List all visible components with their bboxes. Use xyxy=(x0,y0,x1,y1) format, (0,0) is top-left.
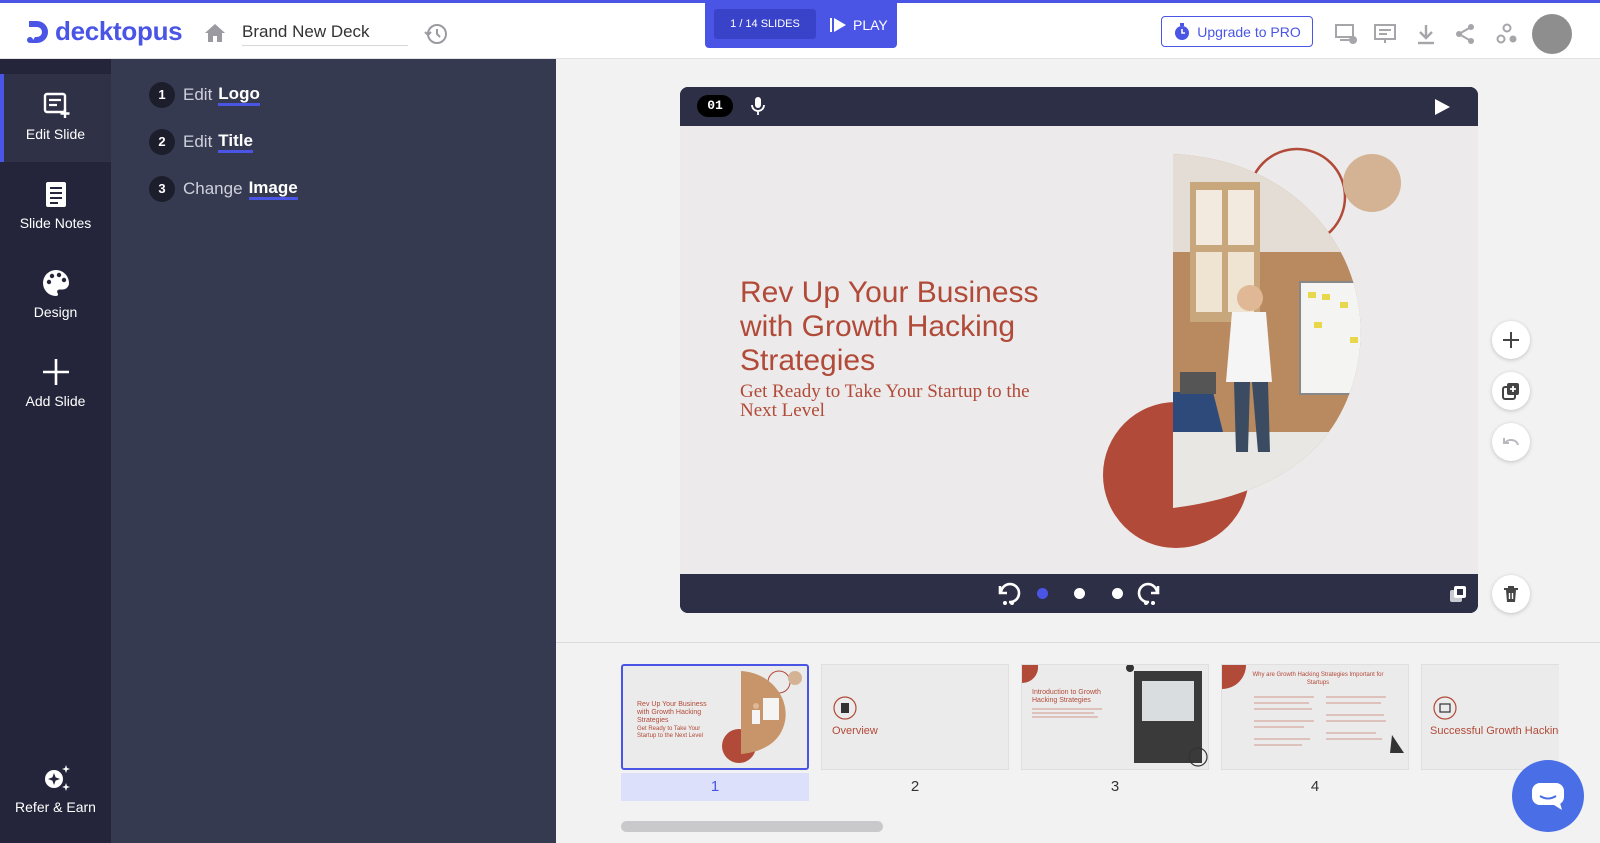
thumb-title: Successful Growth Hacking S xyxy=(1430,725,1559,737)
thumb-subtitle: Get Ready to Take Your Startup to the Ne… xyxy=(637,726,704,739)
thumb-title: Rev Up Your Business with Growth Hacking… xyxy=(637,701,707,724)
download-icon[interactable] xyxy=(1414,22,1438,46)
rail-item-refer-earn[interactable]: Refer & Earn xyxy=(0,747,111,835)
slide-thumbnail-number[interactable]: 1 xyxy=(621,773,809,801)
chat-icon xyxy=(1532,783,1564,810)
step-target: Logo xyxy=(218,84,260,106)
slide-header-bar: 01 xyxy=(680,87,1478,126)
animation-step-dot[interactable] xyxy=(1037,588,1048,599)
rail-item-add-slide[interactable]: Add Slide xyxy=(0,341,111,429)
slide-thumbnail-3[interactable]: Introduction to Growth Hacking Strategie… xyxy=(1021,664,1209,770)
slide-frame: 01 Rev Up Your Business with Growth Hack… xyxy=(680,87,1478,613)
step-verb: Edit xyxy=(183,132,213,151)
palette-icon xyxy=(42,270,69,296)
notes-icon xyxy=(45,182,66,207)
rail-label: Design xyxy=(33,304,78,320)
slide-thumbnail-2[interactable]: Overview xyxy=(821,664,1009,770)
previous-animation-icon[interactable] xyxy=(996,582,1022,606)
slide-thumbnail-5[interactable]: Successful Growth Hacking S xyxy=(1421,664,1559,770)
slide-counter-bar: 1 / 14 SLIDES PLAY xyxy=(705,3,897,48)
top-bar: decktopus 1 / 14 SLIDES PLAY Upgrade to … xyxy=(0,0,1600,59)
slide-thumbnail-4[interactable]: Why are Growth Hacking Strategies Import… xyxy=(1221,664,1409,770)
presenter-view-icon[interactable] xyxy=(1373,22,1397,46)
add-element-button[interactable] xyxy=(1492,321,1530,359)
microphone-icon[interactable] xyxy=(749,96,767,116)
thumb-presentation-icon xyxy=(1433,696,1457,720)
thumb-slide-art xyxy=(1022,665,1208,767)
slide-thumbnail-number[interactable]: 2 xyxy=(821,773,1009,801)
edit-step-image[interactable]: 3 Change Image xyxy=(149,175,298,203)
rail-label: Edit Slide xyxy=(25,126,86,142)
present-settings-icon[interactable] xyxy=(1334,22,1358,46)
slide-thumbnail-number[interactable]: 3 xyxy=(1021,773,1209,801)
slide-subtitle[interactable]: Get Ready to Take Your Startup to the Ne… xyxy=(740,382,1060,420)
slide-thumbnail-1[interactable]: Rev Up Your Business with Growth Hacking… xyxy=(621,664,809,770)
layout-switch-icon[interactable] xyxy=(1449,585,1467,603)
step-verb: Edit xyxy=(183,85,213,104)
plus-icon xyxy=(1503,332,1519,348)
collaborators-icon[interactable] xyxy=(1495,22,1519,46)
duplicate-icon xyxy=(1502,383,1519,400)
thumb-notes-icon xyxy=(833,696,857,720)
edit-step-title[interactable]: 2 Edit Title xyxy=(149,128,253,156)
logo-mark-icon xyxy=(27,20,48,43)
thumbnail-scrollbar[interactable] xyxy=(621,821,883,832)
trash-icon xyxy=(1504,586,1518,602)
rail-item-edit-slide[interactable]: Edit Slide xyxy=(0,74,111,162)
step-target: Image xyxy=(248,178,298,200)
duplicate-slide-button[interactable] xyxy=(1492,372,1530,410)
play-icon xyxy=(830,18,846,32)
deck-name-input[interactable] xyxy=(242,19,408,46)
rail-label: Slide Notes xyxy=(19,215,92,231)
thumb-title: Introduction to Growth Hacking Strategie… xyxy=(1032,689,1101,704)
slide-counter[interactable]: 1 / 14 SLIDES xyxy=(714,9,816,39)
home-icon[interactable] xyxy=(204,23,226,43)
rail-label: Refer & Earn xyxy=(15,799,96,815)
undo-button[interactable] xyxy=(1492,423,1530,461)
slide-hero-image[interactable] xyxy=(1100,142,1420,572)
step-number: 3 xyxy=(149,176,175,202)
slide-thumbnail-number[interactable]: 4 xyxy=(1221,773,1409,801)
thumb-title: Overview xyxy=(832,725,878,737)
step-target: Title xyxy=(218,131,253,153)
sparkle-icon xyxy=(44,765,70,791)
stopwatch-icon xyxy=(1175,22,1190,40)
slide-canvas[interactable]: Rev Up Your Business with Growth Hacking… xyxy=(680,126,1478,574)
step-number: 1 xyxy=(149,82,175,108)
left-rail: Edit Slide Slide Notes Design Add Slide … xyxy=(0,59,111,843)
slide-thumbnail-strip: Rev Up Your Business with Growth Hacking… xyxy=(556,643,1600,843)
animation-step-dot[interactable] xyxy=(1074,588,1085,599)
edit-step-logo[interactable]: 1 Edit Logo xyxy=(149,81,260,109)
rail-label: Add Slide xyxy=(25,393,86,409)
slide-title[interactable]: Rev Up Your Business with Growth Hacking… xyxy=(740,276,1080,378)
edit-slide-icon xyxy=(43,92,69,118)
edit-panel: 1 Edit Logo 2 Edit Title 3 Change Image xyxy=(111,59,556,843)
logo-text: decktopus xyxy=(55,16,183,46)
slide-play-icon[interactable] xyxy=(1433,98,1451,116)
undo-icon xyxy=(1503,438,1519,446)
chat-support-button[interactable] xyxy=(1512,760,1584,832)
thumb-title: Why are Growth Hacking Strategies Import… xyxy=(1252,672,1384,686)
animation-step-dot[interactable] xyxy=(1112,588,1123,599)
history-icon[interactable] xyxy=(424,22,448,46)
rail-item-design[interactable]: Design xyxy=(0,252,111,340)
slide-editor: 01 Rev Up Your Business with Growth Hack… xyxy=(556,59,1600,643)
next-animation-icon[interactable] xyxy=(1136,582,1162,606)
thumb-hero-image xyxy=(722,670,802,763)
upgrade-to-pro-button[interactable]: Upgrade to PRO xyxy=(1161,16,1313,47)
play-label: PLAY xyxy=(853,17,888,33)
user-avatar[interactable] xyxy=(1532,14,1572,54)
step-verb: Change xyxy=(183,179,243,198)
delete-slide-button[interactable] xyxy=(1492,575,1530,613)
plus-icon xyxy=(42,359,69,385)
play-button[interactable]: PLAY xyxy=(829,12,888,38)
share-icon[interactable] xyxy=(1453,22,1477,46)
step-number: 2 xyxy=(149,129,175,155)
slide-footer-bar xyxy=(680,574,1478,613)
rail-item-slide-notes[interactable]: Slide Notes xyxy=(0,163,111,251)
decktopus-logo[interactable]: decktopus xyxy=(25,16,183,47)
slide-number-badge: 01 xyxy=(697,95,733,117)
upgrade-label: Upgrade to PRO xyxy=(1197,23,1301,40)
